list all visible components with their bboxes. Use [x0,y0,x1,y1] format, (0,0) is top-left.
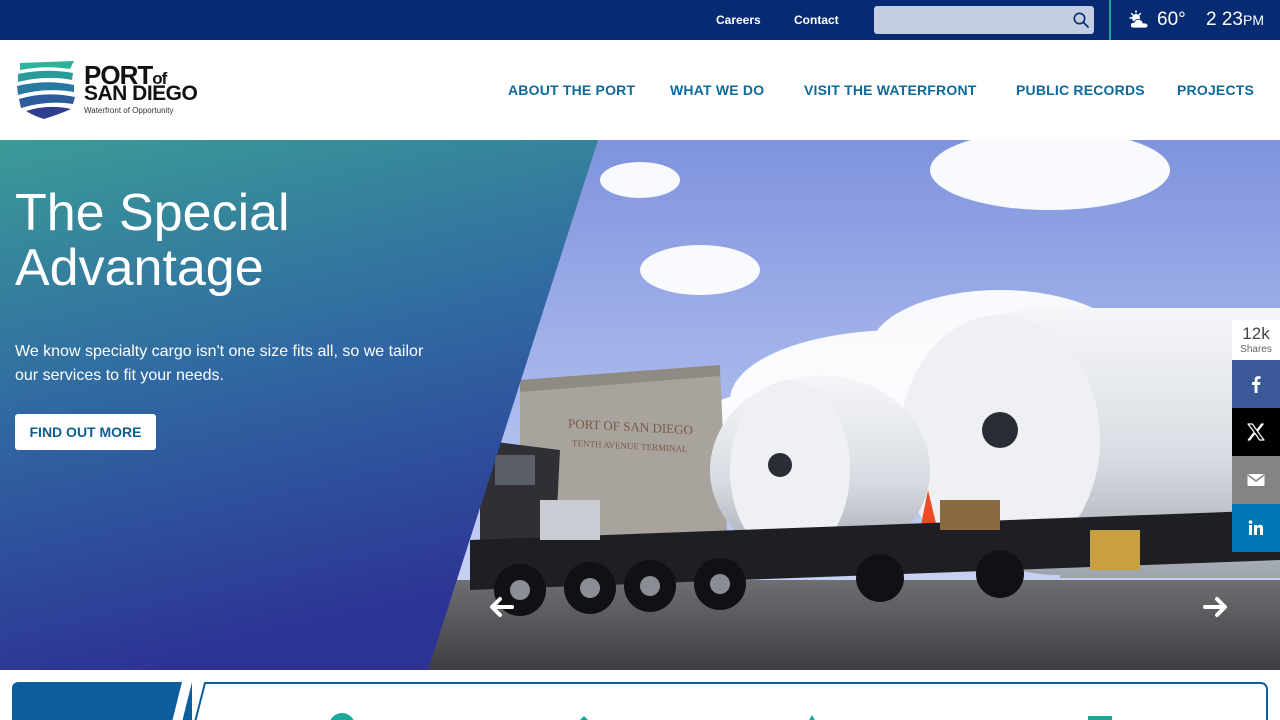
port-logo[interactable]: PORTof SAN DIEGO Waterfront of Opportuni… [16,60,206,122]
search-input[interactable] [874,6,1068,34]
site-header: PORTof SAN DIEGO Waterfront of Opportuni… [0,40,1280,140]
share-email-button[interactable] [1232,456,1280,504]
share-facebook-button[interactable] [1232,360,1280,408]
partly-cloudy-icon [1129,10,1149,29]
careers-link[interactable]: Careers [716,13,761,27]
quick-link-icon-4 [1088,716,1112,720]
nav-projects[interactable]: PROJECTS [1177,82,1254,98]
clock: 2 23PM [1206,9,1264,31]
clock-ampm: PM [1242,12,1264,28]
hero-carousel: PORT OF SAN DIEGO TENTH AVENUE TERMINAL T… [0,140,1280,670]
utility-bar: Careers Contact 60° 2 23PM [0,0,1280,40]
clock-time: 2 23 [1206,9,1243,30]
share-count-number: 12k [1242,324,1270,343]
logo-text-san-diego: SAN DIEGO [84,82,198,105]
logo-tagline: Waterfront of Opportunity [84,106,174,115]
nav-what-we-do[interactable]: WHAT WE DO [670,82,764,98]
nav-public-records[interactable]: PUBLIC RECORDS [1016,82,1145,98]
hero-title: The Special Advantage [15,184,290,297]
quick-link-icon-2 [580,716,588,720]
carousel-prev-arrow-icon[interactable] [486,592,516,622]
hero-description: We know specialty cargo isn't one size f… [15,343,424,384]
email-icon [1247,474,1265,486]
x-icon [1247,423,1265,441]
quick-links-frame [172,682,1268,720]
search-box [874,6,1094,34]
quick-link-icon-1 [330,713,354,720]
carousel-next-arrow-icon[interactable] [1201,592,1231,622]
share-count: 12k Shares [1232,320,1280,360]
linkedin-icon [1248,520,1263,535]
logo-waves-icon [17,61,75,119]
find-out-more-button[interactable]: FIND OUT MORE [15,414,156,450]
contact-link[interactable]: Contact [794,13,839,27]
temperature: 60° [1157,9,1186,30]
quick-link-icon-3 [809,715,815,720]
share-linkedin-button[interactable] [1232,504,1280,552]
weather-divider [1109,0,1111,40]
facebook-icon [1252,376,1261,393]
nav-about-the-port[interactable]: ABOUT THE PORT [508,82,635,98]
quick-links-strip [12,682,1268,720]
share-x-button[interactable] [1232,408,1280,456]
share-count-label: Shares [1240,344,1272,355]
nav-visit-the-waterfront[interactable]: VISIT THE WATERFRONT [804,82,977,98]
search-icon[interactable] [1072,11,1090,29]
